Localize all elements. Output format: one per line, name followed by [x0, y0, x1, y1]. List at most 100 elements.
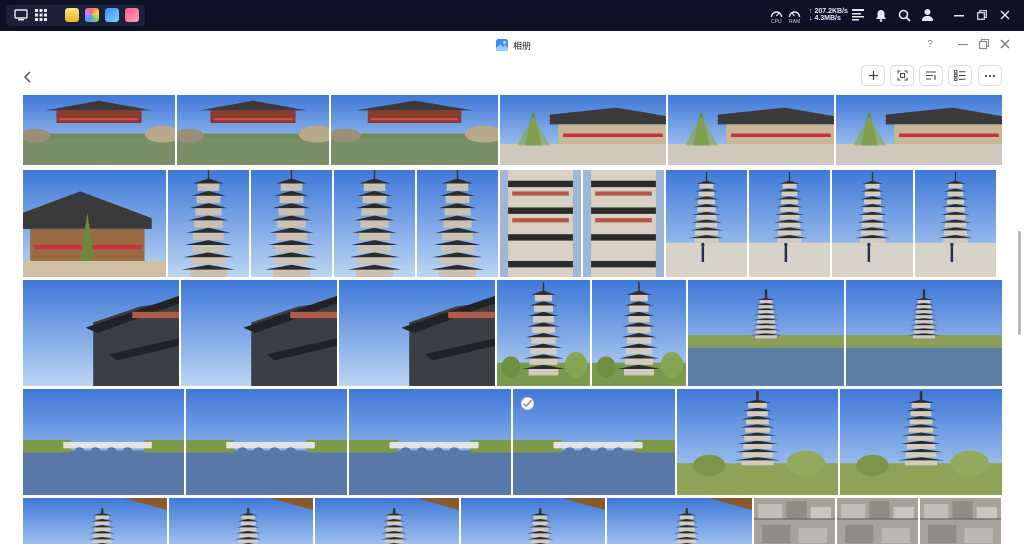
photo-image-garden: [331, 95, 498, 165]
photo-thumb-bridge-selected[interactable]: [513, 389, 675, 495]
grid-scrollbar[interactable]: [1018, 231, 1021, 335]
photo-image-pagoda: [417, 170, 498, 277]
photo-image-pagoda-person: [749, 170, 830, 277]
photo-thumb-pavilion[interactable]: [836, 95, 1002, 165]
photo-thumb-pagoda[interactable]: [168, 170, 249, 277]
photo-thumb-rock-wall[interactable]: [920, 498, 1001, 544]
photo-thumb-pagoda-lake[interactable]: [846, 280, 1002, 386]
download-speed: ↓ 4.3MB/s: [809, 15, 841, 22]
photo-image-garden: [177, 95, 329, 165]
photo-image-rock-wall: [920, 498, 1001, 544]
photo-thumb-pagoda-far[interactable]: [23, 498, 167, 544]
more-button[interactable]: [978, 65, 1002, 86]
photo-thumb-pavilion[interactable]: [500, 95, 666, 165]
album-toolbar: [0, 63, 1024, 89]
photo-image-pagoda-person: [915, 170, 996, 277]
photo-thumb-pagoda-far[interactable]: [607, 498, 752, 544]
photo-thumb-pavilion-sky[interactable]: [23, 170, 166, 277]
photo-thumb-pagoda-person[interactable]: [915, 170, 996, 277]
more-icon: [984, 74, 996, 77]
photo-thumb-pagoda-shore[interactable]: [677, 389, 838, 495]
notification-bell-icon[interactable]: [875, 9, 887, 22]
restore-icon[interactable]: [977, 10, 987, 20]
photo-thumb-garden[interactable]: [177, 95, 329, 165]
ram-label: RAM: [789, 19, 801, 25]
photo-image-eaves: [181, 280, 337, 386]
cpu-gauge-icon: [770, 11, 783, 18]
photo-thumb-rock-wall[interactable]: [754, 498, 835, 544]
photo-row: [23, 170, 996, 277]
photo-thumb-bridge[interactable]: [23, 389, 184, 495]
photo-thumb-pagoda-shore[interactable]: [840, 389, 1002, 495]
photo-thumb-pagoda-close[interactable]: [500, 170, 581, 277]
photo-image-pagoda-far: [23, 498, 167, 544]
search-icon[interactable]: [898, 9, 911, 22]
photo-thumb-pagoda-person[interactable]: [749, 170, 830, 277]
photo-thumb-pagoda[interactable]: [417, 170, 498, 277]
close-icon[interactable]: [1000, 10, 1010, 20]
photo-thumb-pagoda-trees[interactable]: [497, 280, 590, 386]
photo-image-pagoda-far: [461, 498, 605, 544]
window-title-group: 相册: [496, 38, 531, 52]
photo-image-pagoda-far: [169, 498, 313, 544]
photo-image-rock-wall: [837, 498, 918, 544]
photo-image-pagoda: [334, 170, 415, 277]
photo-thumb-pagoda-trees[interactable]: [592, 280, 686, 386]
user-icon[interactable]: [921, 8, 934, 22]
album-app-icon: [496, 39, 508, 51]
photo-thumb-pagoda[interactable]: [334, 170, 415, 277]
cpu-label: CPU: [771, 19, 782, 25]
photo-thumb-rock-wall[interactable]: [837, 498, 918, 544]
video-app-icon[interactable]: [125, 8, 139, 22]
photo-thumb-pagoda-person[interactable]: [666, 170, 747, 277]
back-button[interactable]: [20, 69, 36, 85]
photo-thumb-bridge[interactable]: [186, 389, 347, 495]
window-minimize-icon[interactable]: [956, 37, 970, 51]
photo-thumb-garden[interactable]: [331, 95, 498, 165]
photo-thumb-pagoda-far[interactable]: [315, 498, 459, 544]
face-scan-button[interactable]: [890, 65, 914, 86]
photo-row: [23, 389, 1002, 495]
network-monitor-icon[interactable]: [852, 9, 864, 21]
photo-thumb-pagoda-far[interactable]: [461, 498, 605, 544]
photo-thumb-pagoda-lake[interactable]: [688, 280, 844, 386]
face-scan-icon: [897, 70, 907, 81]
photo-image-pavilion-sky: [23, 170, 166, 277]
photo-image-pagoda-close: [583, 170, 664, 277]
photo-thumb-pavilion[interactable]: [668, 95, 834, 165]
photo-image-bridge: [186, 389, 347, 495]
photo-thumb-eaves[interactable]: [23, 280, 179, 386]
photo-image-pagoda-shore: [677, 389, 838, 495]
sort-button[interactable]: [919, 65, 943, 86]
note-app-icon[interactable]: [65, 8, 79, 22]
photo-image-bridge: [349, 389, 511, 495]
photo-thumb-eaves[interactable]: [339, 280, 495, 386]
desktop-icon[interactable]: [14, 9, 28, 21]
photo-image-eaves: [339, 280, 495, 386]
photo-image-pagoda-lake: [846, 280, 1002, 386]
photo-thumb-pagoda-far[interactable]: [169, 498, 313, 544]
help-button[interactable]: ?: [923, 37, 937, 51]
photo-thumb-eaves[interactable]: [181, 280, 337, 386]
photo-row: [23, 280, 1002, 386]
window-restore-icon[interactable]: [977, 37, 991, 51]
photo-thumb-garden[interactable]: [23, 95, 175, 165]
minimize-icon[interactable]: [954, 15, 964, 17]
add-button[interactable]: [861, 65, 885, 86]
photo-thumb-bridge[interactable]: [349, 389, 511, 495]
photo-row: [23, 498, 1001, 544]
photo-thumb-pagoda[interactable]: [251, 170, 332, 277]
apps-grid-icon[interactable]: [35, 9, 47, 21]
photo-image-pagoda: [251, 170, 332, 277]
photos-app-icon[interactable]: [85, 8, 99, 22]
photo-thumb-pagoda-close[interactable]: [583, 170, 664, 277]
selection-check-icon[interactable]: [521, 397, 534, 410]
photo-image-pagoda-person: [666, 170, 747, 277]
photo-thumb-pagoda-person[interactable]: [832, 170, 913, 277]
photo-image-pagoda-lake: [688, 280, 844, 386]
photo-image-pagoda: [168, 170, 249, 277]
window-close-icon[interactable]: [998, 37, 1012, 51]
photo-image-rock-wall: [754, 498, 835, 544]
view-list-button[interactable]: [948, 65, 972, 86]
album-app-icon[interactable]: [105, 8, 119, 22]
